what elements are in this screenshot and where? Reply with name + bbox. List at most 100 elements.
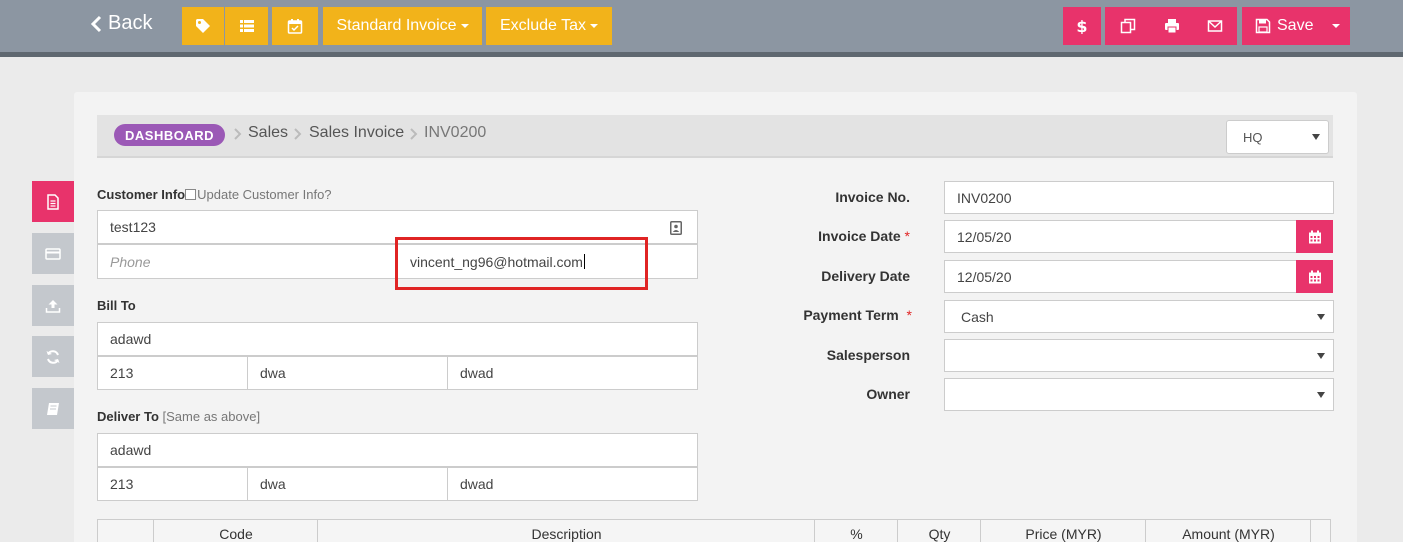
update-customer-checkbox[interactable] [185, 189, 197, 200]
bill-to-address-field[interactable]: adawd [97, 322, 698, 356]
required-mark: * [904, 228, 910, 244]
back-button[interactable]: Back [90, 12, 152, 35]
deliver-to-postcode-field[interactable]: 213 [97, 467, 248, 501]
list-button[interactable] [225, 7, 268, 45]
credit-card-icon [45, 247, 61, 260]
deliver-to-text: Deliver To [97, 409, 159, 424]
branch-select[interactable]: HQ [1226, 120, 1329, 154]
column-header-percent: % [814, 519, 898, 542]
invoice-date-field[interactable]: 12/05/20 [944, 220, 1297, 253]
invoice-type-dropdown[interactable]: Standard Invoice [323, 7, 482, 45]
breadcrumb-current: INV0200 [424, 124, 487, 141]
tab-notes[interactable] [32, 388, 74, 429]
bill-to-label: Bill To [97, 298, 136, 313]
bill-to-address-value: adawd [110, 331, 152, 347]
tag-icon [196, 19, 210, 33]
salesperson-select[interactable] [944, 339, 1334, 372]
tax-dropdown[interactable]: Exclude Tax [486, 7, 612, 45]
breadcrumb-dashboard[interactable]: DASHBOARD [114, 124, 225, 146]
column-header-description: Description [317, 519, 815, 542]
save-options-dropdown[interactable] [1321, 7, 1350, 45]
save-button[interactable]: Save [1242, 7, 1321, 45]
list-icon [239, 20, 254, 32]
column-header-actions [1310, 519, 1331, 542]
caret-down-icon [1331, 24, 1340, 28]
payment-term-label: Payment Term * [770, 307, 912, 323]
invoice-date-value: 12/05/20 [957, 228, 1012, 245]
save-label: Save [1277, 17, 1314, 34]
deliver-to-state-value: dwad [460, 476, 494, 492]
printer-icon [1165, 19, 1179, 34]
copy-button[interactable] [1105, 7, 1151, 45]
caret-down-icon [1317, 352, 1325, 359]
branch-select-value: HQ [1243, 130, 1263, 145]
bill-to-state-field[interactable]: dwad [447, 356, 698, 390]
caret-down-icon [589, 24, 598, 28]
delivery-date-calendar-button[interactable] [1296, 260, 1333, 293]
back-label: Back [108, 12, 153, 34]
bill-to-state-value: dwad [460, 365, 494, 381]
deliver-to-address-field[interactable]: adawd [97, 433, 698, 467]
email-button[interactable] [1193, 7, 1237, 45]
invoice-date-calendar-button[interactable] [1296, 220, 1333, 253]
chevron-left-icon [90, 15, 102, 32]
tab-refresh[interactable] [32, 336, 74, 377]
tax-label: Exclude Tax [500, 17, 586, 34]
calendar-icon [1308, 230, 1321, 243]
svg-text:$: $ [1076, 18, 1087, 34]
tag-button[interactable] [182, 7, 224, 45]
customer-name-value: test123 [110, 219, 156, 235]
bill-to-postcode-value: 213 [110, 365, 134, 381]
tab-invoice-details[interactable] [32, 181, 74, 222]
document-icon [47, 193, 59, 210]
dollar-icon: $ [1076, 18, 1087, 34]
delivery-date-label: Delivery Date [821, 268, 910, 284]
customer-info-text: Customer Info [97, 187, 186, 202]
tab-payment[interactable] [32, 233, 74, 274]
invoice-no-field[interactable]: INV0200 [944, 181, 1334, 214]
deliver-to-city-value: dwa [260, 476, 286, 492]
floppy-icon [1255, 18, 1271, 34]
caret-down-icon [1317, 313, 1325, 320]
update-customer-label: Update Customer Info? [197, 187, 332, 202]
toolbar-shadow [0, 52, 1403, 57]
phone-placeholder: Phone [110, 253, 151, 270]
refresh-icon [46, 349, 60, 364]
delivery-date-field[interactable]: 12/05/20 [944, 260, 1297, 293]
breadcrumb-sales[interactable]: Sales [248, 124, 288, 142]
chevron-right-icon [410, 128, 418, 140]
deliver-to-city-field[interactable]: dwa [247, 467, 448, 501]
contact-card-icon[interactable] [670, 221, 682, 235]
bill-to-city-field[interactable]: dwa [247, 356, 448, 390]
payment-term-text: Payment Term [803, 307, 899, 323]
invoice-no-label: Invoice No. [835, 189, 910, 205]
deliver-to-state-field[interactable]: dwad [447, 467, 698, 501]
calendar-check-button[interactable] [272, 7, 318, 45]
payment-term-select[interactable]: Cash [944, 300, 1334, 333]
caret-down-icon [1317, 391, 1325, 398]
payment-button[interactable]: $ [1063, 7, 1101, 45]
column-header-qty: Qty [897, 519, 981, 542]
phone-field[interactable]: Phone [97, 244, 398, 279]
same-as-above-link[interactable]: [Same as above] [163, 409, 261, 424]
deliver-to-label: Deliver To [Same as above] [97, 409, 260, 424]
envelope-icon [1207, 20, 1223, 32]
owner-select[interactable] [944, 378, 1334, 411]
tab-upload[interactable] [32, 285, 74, 326]
customer-info-label: Customer Info Update Customer Info? [97, 187, 332, 202]
calendar-icon [1308, 270, 1321, 283]
bill-to-postcode-field[interactable]: 213 [97, 356, 248, 390]
print-button[interactable] [1151, 7, 1193, 45]
invoice-no-value: INV0200 [957, 189, 1012, 206]
column-header-price: Price (MYR) [980, 519, 1146, 542]
invoice-date-text: Invoice Date [818, 228, 901, 244]
upload-icon [45, 299, 61, 313]
chevron-right-icon [294, 128, 302, 140]
breadcrumb-sales-invoice[interactable]: Sales Invoice [309, 124, 404, 142]
owner-label: Owner [866, 386, 910, 402]
column-header-amount: Amount (MYR) [1145, 519, 1311, 542]
caret-down-icon [1312, 134, 1320, 140]
bill-to-city-value: dwa [260, 365, 286, 381]
deliver-to-postcode-value: 213 [110, 476, 134, 492]
copy-icon [1120, 18, 1136, 34]
